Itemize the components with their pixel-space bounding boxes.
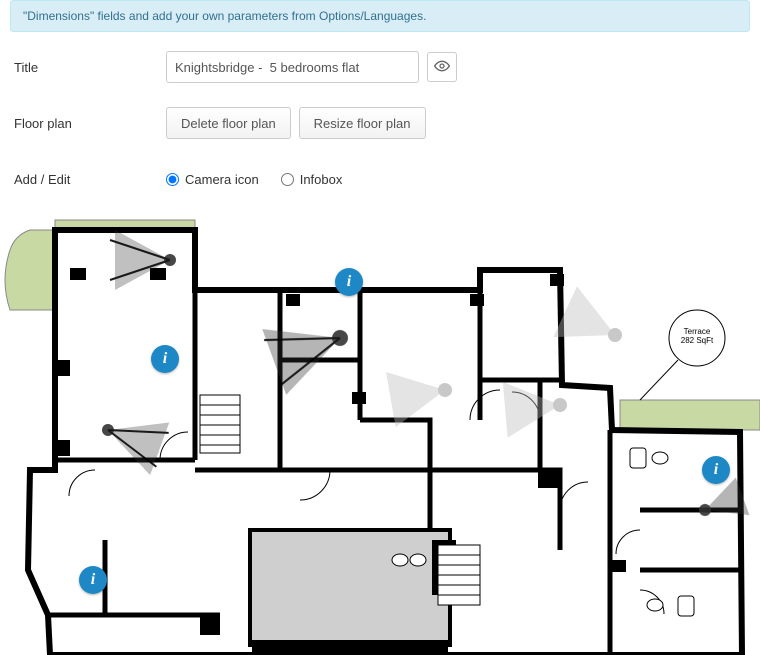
title-label: Title — [14, 60, 166, 75]
row-addedit: Add / Edit Camera icon Infobox — [14, 162, 746, 196]
addedit-radio-group: Camera icon Infobox — [166, 172, 342, 187]
floorplan-label: Floor plan — [14, 116, 166, 131]
info-marker[interactable]: i — [702, 456, 730, 484]
radio-infobox-item[interactable]: Infobox — [281, 172, 343, 187]
terrace-size: 282 SqFt — [680, 337, 714, 346]
eye-icon — [434, 58, 450, 77]
floorplan-controls: Delete floor plan Resize floor plan — [166, 107, 426, 139]
info-banner: "Dimensions" fields and add your own par… — [10, 0, 750, 32]
info-marker[interactable]: i — [335, 268, 363, 296]
floorplan-svg — [0, 210, 760, 655]
radio-infobox-label: Infobox — [300, 172, 343, 187]
floorplan-canvas[interactable]: Terrace 282 SqFt i i i i — [0, 210, 760, 655]
radio-camera-item[interactable]: Camera icon — [166, 172, 259, 187]
resize-floorplan-button[interactable]: Resize floor plan — [299, 107, 426, 139]
row-title: Title — [14, 50, 746, 84]
radio-camera-input[interactable] — [166, 173, 179, 186]
addedit-label: Add / Edit — [14, 172, 166, 187]
row-floorplan: Floor plan Delete floor plan Resize floo… — [14, 106, 746, 140]
form-area: Title Floor plan Delete floor plan Resiz… — [0, 50, 760, 196]
radio-camera-label: Camera icon — [185, 172, 259, 187]
preview-button[interactable] — [427, 52, 457, 82]
radio-infobox-input[interactable] — [281, 173, 294, 186]
title-input[interactable] — [166, 51, 419, 83]
terrace-label: Terrace 282 SqFt — [680, 328, 714, 346]
title-controls — [166, 51, 457, 83]
info-marker[interactable]: i — [151, 345, 179, 373]
info-marker[interactable]: i — [79, 566, 107, 594]
delete-floorplan-button[interactable]: Delete floor plan — [166, 107, 291, 139]
